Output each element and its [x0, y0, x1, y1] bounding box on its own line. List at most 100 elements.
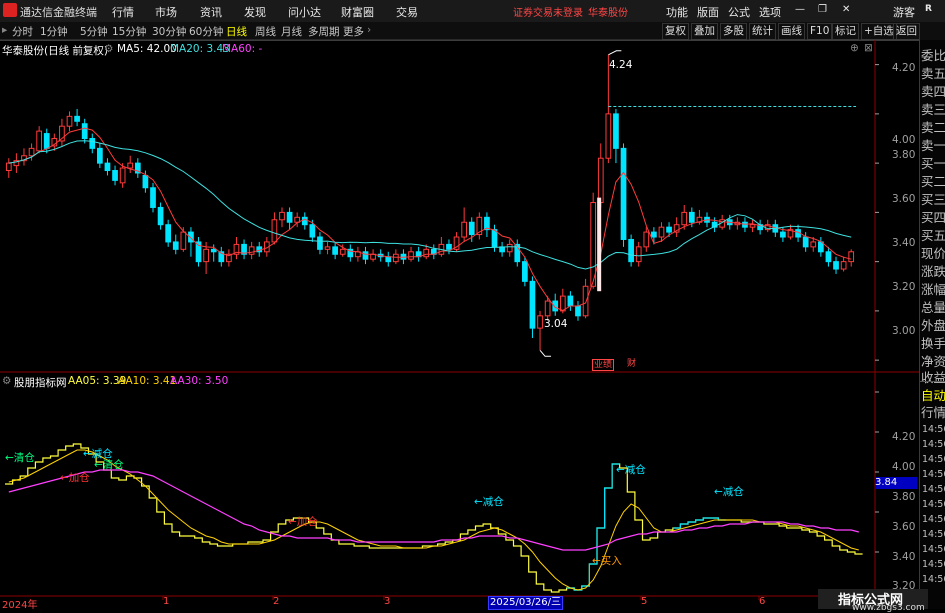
- candle-body: [468, 221, 475, 236]
- candle-body: [833, 261, 839, 270]
- candle-body: [408, 251, 414, 260]
- aa30-legend: AA30: 3.50: [170, 375, 229, 387]
- candle-body: [537, 315, 543, 329]
- aa05-step-line: [5, 443, 863, 593]
- candle-body: [157, 206, 164, 226]
- price-tick: 3.60: [892, 193, 916, 205]
- sidebar-item-change[interactable]: 涨跌: [921, 261, 945, 280]
- sidebar-item-bid4[interactable]: 买四: [921, 207, 945, 226]
- candle-body: [66, 115, 73, 127]
- sidebar-item-change-pct[interactable]: 涨幅: [921, 279, 945, 298]
- candle-body: [681, 211, 688, 226]
- candle-body: [529, 280, 536, 329]
- tick-time: 14:56: [922, 484, 945, 495]
- ma20-legend: MA20: 3.43: [170, 43, 230, 55]
- candle-body: [89, 138, 96, 149]
- candle-body: [203, 248, 209, 263]
- candle-body: [848, 251, 855, 263]
- candle-body: [324, 246, 331, 250]
- event-earnings-badge[interactable]: 业绩: [592, 359, 615, 371]
- candle-body: [271, 219, 278, 243]
- highlight-bar: [597, 197, 602, 292]
- sidebar-item-ask2[interactable]: 卖二: [921, 117, 945, 136]
- candle-body: [651, 231, 657, 238]
- candle-body: [362, 251, 369, 260]
- high-price-label: 4.24: [609, 59, 633, 71]
- candle-body: [74, 115, 80, 122]
- signal-label: ←清仓: [94, 459, 124, 471]
- ma60-legend: MA60: -: [222, 43, 263, 55]
- indicator-tick: 4.20: [892, 431, 916, 443]
- tick-time: 14:56: [922, 424, 945, 435]
- sidebar-item-ask1[interactable]: 卖一: [921, 135, 945, 154]
- candle-body: [825, 251, 832, 263]
- candle-body: [780, 231, 786, 238]
- sidebar-item-outer[interactable]: 外盘: [921, 315, 945, 334]
- candle-body: [423, 248, 430, 258]
- price-tick: 3.00: [892, 325, 916, 337]
- candle-body: [332, 246, 338, 255]
- aa10-legend: AA10: 3.41: [118, 375, 177, 387]
- sidebar-tab-quotes[interactable]: 行情: [921, 402, 945, 421]
- collapse-icon[interactable]: ⊕: [850, 42, 859, 54]
- candle-body: [658, 226, 665, 238]
- low-leader: [539, 349, 552, 357]
- sidebar-item-bid2[interactable]: 买二: [921, 171, 945, 190]
- indicator-tick: 3.60: [892, 521, 916, 533]
- indicator-settings-icon[interactable]: ⚙: [2, 375, 11, 387]
- candle-body: [605, 113, 612, 159]
- candle-body: [279, 211, 285, 221]
- signal-label: ←清仓: [5, 452, 35, 464]
- price-chart[interactable]: [0, 0, 919, 609]
- candle-body: [150, 187, 156, 208]
- signal-label: ←加仓: [288, 516, 318, 528]
- indicator-tick: 3.80: [892, 491, 916, 503]
- candle-body: [385, 256, 392, 263]
- sidebar-item-price[interactable]: 现价: [921, 243, 945, 262]
- current-value-badge: 3.84: [875, 477, 917, 489]
- candle-body: [742, 221, 748, 228]
- candle-body: [165, 224, 172, 243]
- price-tick: 3.80: [892, 149, 916, 161]
- event-finance-badge[interactable]: 财: [627, 359, 636, 369]
- tick-time: 14:56: [922, 529, 945, 540]
- ma5-legend: MA5: 42.00: [117, 43, 177, 55]
- candle-body: [210, 248, 217, 253]
- candle-body: [172, 241, 179, 250]
- candle-body: [643, 231, 650, 248]
- gear-icon[interactable]: ⚙: [104, 43, 113, 55]
- aa10-line: [8, 449, 859, 591]
- sidebar-item-bid1[interactable]: 买一: [921, 153, 945, 172]
- candle-body: [597, 157, 604, 204]
- sidebar-item-earnings[interactable]: 收益: [921, 367, 945, 386]
- candle-body: [112, 170, 118, 181]
- tick-time: 14:56: [922, 514, 945, 525]
- date-label: 1: [163, 596, 170, 607]
- candle-body: [301, 216, 308, 226]
- candle-body: [339, 248, 346, 255]
- sidebar-item-bid5[interactable]: 买五: [921, 225, 945, 244]
- sidebar-item-bid-ratio[interactable]: 委比: [921, 45, 945, 64]
- sidebar-item-bid3[interactable]: 买三: [921, 189, 945, 208]
- pane-close-icon[interactable]: ⊠: [864, 42, 873, 54]
- candle-body: [127, 162, 134, 169]
- signal-label: ←加仓: [60, 472, 90, 484]
- candle-body: [81, 123, 88, 140]
- candle-body: [559, 295, 566, 312]
- sidebar-item-ask4[interactable]: 卖四: [921, 81, 945, 100]
- sidebar-item-ask3[interactable]: 卖三: [921, 99, 945, 118]
- candle-body: [36, 130, 43, 152]
- candle-body: [43, 133, 50, 149]
- candle-body: [104, 162, 111, 172]
- signal-label: ←买入: [592, 555, 622, 567]
- sidebar-item-turnover[interactable]: 换手: [921, 333, 945, 352]
- sidebar-item-volume[interactable]: 总量: [921, 297, 945, 316]
- signal-label: ←减仓: [616, 464, 646, 476]
- tick-time: 14:56: [922, 499, 945, 510]
- candle-body: [446, 243, 452, 250]
- sidebar-item-ask5[interactable]: 卖五: [921, 63, 945, 82]
- candle-body: [309, 224, 316, 238]
- indicator-tick: 3.40: [892, 551, 916, 563]
- signal-label: ←减仓: [714, 486, 744, 498]
- candle-body: [522, 261, 528, 282]
